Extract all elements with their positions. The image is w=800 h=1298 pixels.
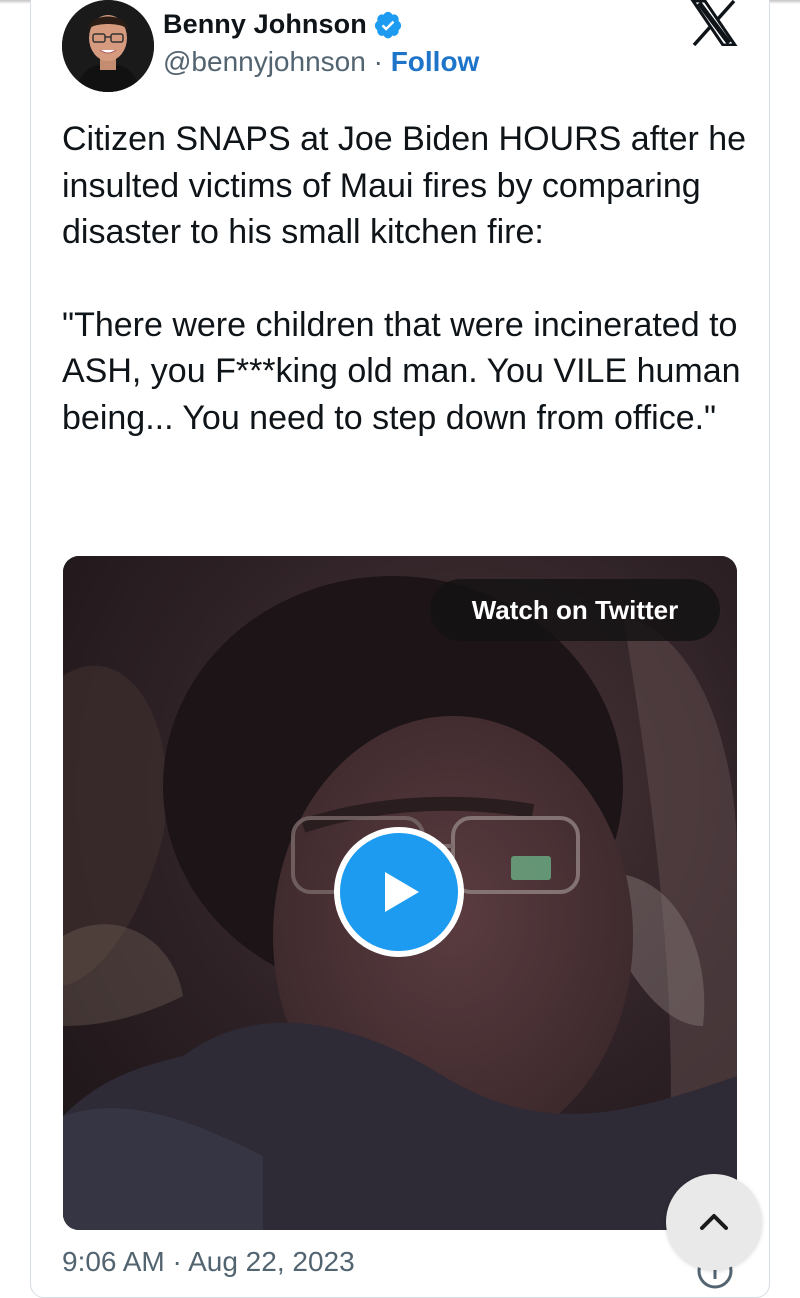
- watch-on-twitter-button[interactable]: Watch on Twitter: [430, 579, 720, 641]
- tweet-text: Citizen SNAPS at Joe Biden HOURS after h…: [62, 116, 752, 441]
- play-icon: [385, 872, 419, 912]
- author-avatar[interactable]: [62, 0, 154, 92]
- scroll-to-top-button[interactable]: [666, 1174, 762, 1270]
- follow-button[interactable]: Follow: [391, 46, 480, 77]
- x-logo-icon[interactable]: [690, 0, 738, 46]
- handle-separator: ·: [365, 46, 391, 77]
- author-name-row: Benny Johnson: [163, 8, 403, 40]
- tweet-paragraph: Citizen SNAPS at Joe Biden HOURS after h…: [62, 120, 756, 251]
- play-button[interactable]: [334, 827, 464, 957]
- chevron-up-icon: [700, 1214, 728, 1230]
- verified-badge-icon: [374, 11, 401, 39]
- tweet-paragraph: "There were children that were incinerat…: [62, 305, 750, 437]
- author-name[interactable]: Benny Johnson: [163, 9, 367, 40]
- author-handle[interactable]: @bennyjohnson: [163, 46, 366, 77]
- tweet-timestamp[interactable]: 9:06 AM · Aug 22, 2023: [62, 1246, 355, 1278]
- author-handle-row: @bennyjohnson · Follow: [163, 46, 479, 78]
- video-player[interactable]: Watch on Twitter: [63, 556, 737, 1230]
